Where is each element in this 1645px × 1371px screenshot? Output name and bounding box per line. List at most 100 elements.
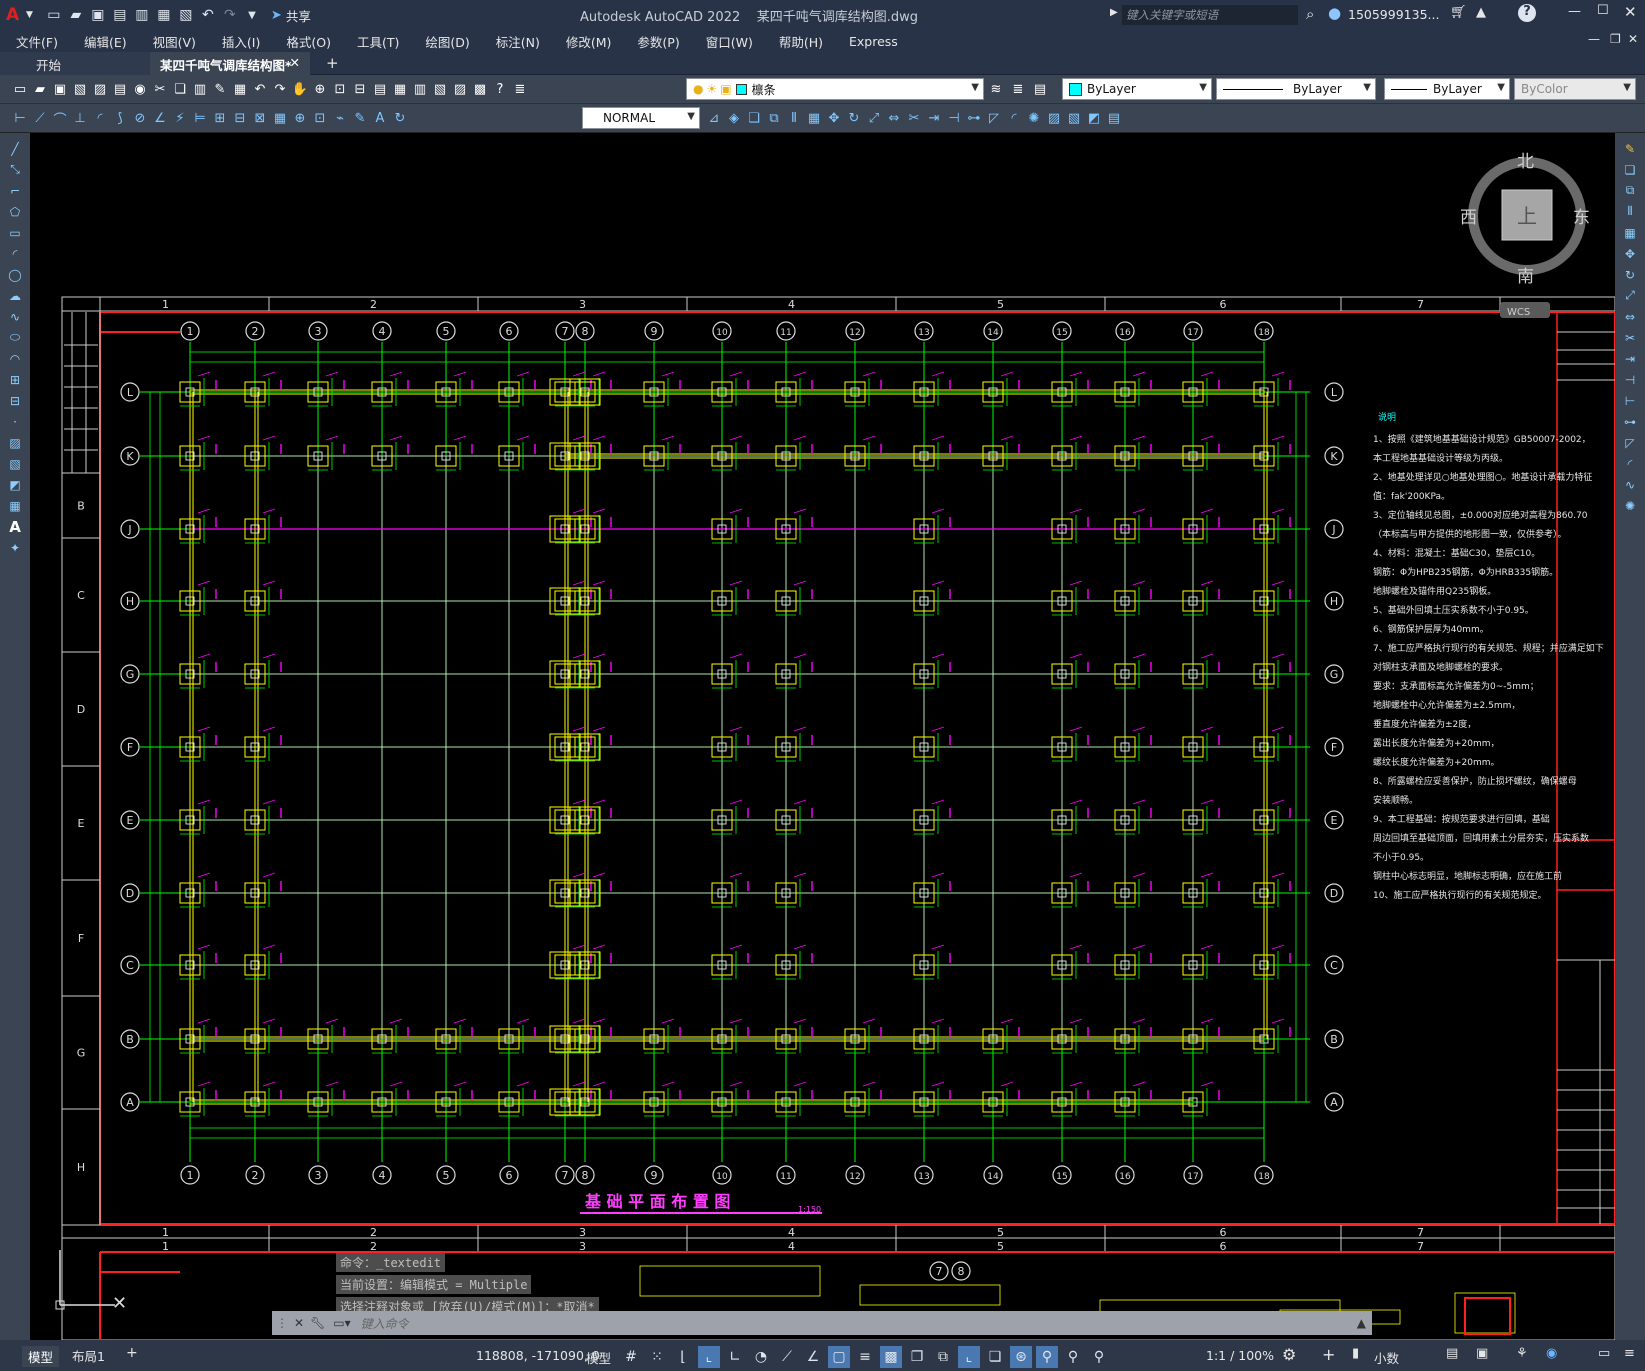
- tab-drawing[interactable]: 某四千吨气调库结构图* ✕: [150, 52, 310, 75]
- tab-close-icon[interactable]: ✕: [290, 55, 300, 70]
- snap-icon[interactable]: ⁙: [646, 1346, 668, 1368]
- viewport-close-icon[interactable]: ✕: [112, 1293, 127, 1314]
- layer-state-icon[interactable]: ▤: [1030, 79, 1050, 99]
- menu-dimension[interactable]: 标注(N): [496, 32, 540, 51]
- coordinates[interactable]: 118808, -171090, 0: [476, 1348, 600, 1363]
- clean-screen-icon[interactable]: ▭: [1598, 1346, 1610, 1361]
- isodraft-icon[interactable]: ⟋: [776, 1346, 798, 1368]
- gizmo-icon[interactable]: ⊛: [1010, 1346, 1032, 1368]
- layer-properties-icon[interactable]: ≣: [510, 79, 530, 99]
- plot-icon[interactable]: ▧: [70, 79, 90, 99]
- polygon-icon[interactable]: ⬠: [4, 202, 26, 221]
- join-icon[interactable]: ⊶: [964, 108, 984, 128]
- app-menu-chevron-icon[interactable]: ▼: [26, 10, 33, 20]
- design-center-icon[interactable]: ▦: [390, 79, 410, 99]
- move-icon[interactable]: ✥: [824, 108, 844, 128]
- copy-object-icon[interactable]: ❏: [1619, 160, 1641, 179]
- region-icon[interactable]: ◩: [1084, 108, 1104, 128]
- hatch-icon[interactable]: ▨: [1044, 108, 1064, 128]
- redo-icon[interactable]: ↷: [270, 79, 290, 99]
- publish-icon[interactable]: ▦: [153, 4, 175, 26]
- zoom-window-icon[interactable]: ⊡: [330, 79, 350, 99]
- table-icon[interactable]: ▦: [4, 496, 26, 515]
- ellipse-icon[interactable]: ⬭: [4, 328, 26, 347]
- match-properties-icon[interactable]: ✎: [210, 79, 230, 99]
- lineweight-dropdown[interactable]: ByLayer ▼: [1384, 78, 1510, 100]
- search-expand-icon[interactable]: ▶: [1110, 7, 1118, 18]
- autodesk-app-icon[interactable]: ▲: [1476, 5, 1486, 20]
- drawing-canvas[interactable]: 111222333444555666777BCDEFGH 11223344556…: [30, 133, 1615, 1340]
- tab-layout1[interactable]: 布局1: [72, 1346, 105, 1365]
- markup-icon[interactable]: ▨: [450, 79, 470, 99]
- plot-icon[interactable]: ▧: [175, 4, 197, 26]
- menu-insert[interactable]: 插入(I): [222, 32, 260, 51]
- erase-icon[interactable]: ✎: [1619, 139, 1641, 158]
- new-icon[interactable]: ▭: [10, 79, 30, 99]
- user-icon[interactable]: ●: [1328, 4, 1341, 22]
- quick-dim-icon[interactable]: ⚡: [170, 108, 190, 128]
- share-icon[interactable]: ➤: [271, 8, 282, 23]
- workspace-gear-icon[interactable]: ⚙: [1282, 1345, 1296, 1364]
- angular-dim-icon[interactable]: ∠: [150, 108, 170, 128]
- object-snap-tracking-icon[interactable]: ∠: [802, 1346, 824, 1368]
- menu-edit[interactable]: 编辑(E): [84, 32, 127, 51]
- ordinate-dim-icon[interactable]: ⊥: [70, 108, 90, 128]
- gradient-icon[interactable]: ▧: [1064, 108, 1084, 128]
- dim-text-edit-icon[interactable]: A: [370, 108, 390, 128]
- infer-constraints-icon[interactable]: ⌊: [672, 1346, 694, 1368]
- dim-space-icon[interactable]: ⊟: [230, 108, 250, 128]
- menu-parametric[interactable]: 参数(P): [637, 32, 679, 51]
- copy-icon[interactable]: ❏: [170, 79, 190, 99]
- dynamic-input-icon[interactable]: ⌞: [698, 1346, 720, 1368]
- transparency-icon[interactable]: ▩: [880, 1346, 902, 1368]
- scale-icon[interactable]: ⤢: [1619, 286, 1641, 305]
- aligned-dim-icon[interactable]: ⟋: [30, 108, 50, 128]
- dimstyle-dropdown[interactable]: NORMAL ▼: [582, 107, 700, 129]
- export-icon[interactable]: ▥: [131, 4, 153, 26]
- continue-dim-icon[interactable]: ⊞: [210, 108, 230, 128]
- maximize-icon[interactable]: ☐: [1597, 3, 1609, 18]
- menu-window[interactable]: 窗口(W): [706, 32, 753, 51]
- open-icon[interactable]: ▰: [30, 79, 50, 99]
- layer-previous-icon[interactable]: ≣: [1008, 79, 1028, 99]
- command-close-icon[interactable]: ✕: [294, 1316, 304, 1330]
- units-icon[interactable]: ▮: [1352, 1346, 1359, 1361]
- viewcube[interactable]: 上 北 南 西 东 WCS: [1460, 152, 1590, 318]
- lineweight-icon[interactable]: ≡: [854, 1346, 876, 1368]
- undo-icon[interactable]: ↶: [197, 4, 219, 26]
- help-icon[interactable]: ?: [490, 79, 510, 99]
- tool-palettes-icon[interactable]: ▥: [410, 79, 430, 99]
- menu-format[interactable]: 格式(O): [286, 32, 331, 51]
- dimension-style-icon[interactable]: ⊿: [704, 108, 724, 128]
- tab-start[interactable]: 开始: [0, 52, 150, 75]
- zoom-realtime-icon[interactable]: ⊕: [310, 79, 330, 99]
- viewcube-north[interactable]: 北: [1517, 152, 1534, 172]
- command-customize-icon[interactable]: 🔧︎: [310, 1316, 325, 1330]
- add-selected-icon[interactable]: ✦: [4, 538, 26, 557]
- polar-icon[interactable]: ◔: [750, 1346, 772, 1368]
- rectangle-icon[interactable]: ▭: [4, 223, 26, 242]
- tolerance-icon[interactable]: ▦: [270, 108, 290, 128]
- menu-modify[interactable]: 修改(M): [566, 32, 612, 51]
- sheet-set-icon[interactable]: ▧: [430, 79, 450, 99]
- cart-icon[interactable]: 🛒︎: [1450, 5, 1467, 20]
- auto-scale-icon[interactable]: ⚲: [1062, 1346, 1084, 1368]
- viewcube-east[interactable]: 东: [1573, 208, 1590, 228]
- inspection-icon[interactable]: ⊡: [310, 108, 330, 128]
- zoom-previous-icon[interactable]: ⊟: [350, 79, 370, 99]
- center-mark-icon[interactable]: ⊕: [290, 108, 310, 128]
- fillet-icon[interactable]: ◜: [1619, 454, 1641, 473]
- app-logo-icon[interactable]: A: [6, 5, 22, 25]
- diameter-dim-icon[interactable]: ⊘: [130, 108, 150, 128]
- construction-line-icon[interactable]: ⤡: [4, 160, 26, 179]
- jogged-linear-icon[interactable]: ⌁: [330, 108, 350, 128]
- insert-block-icon[interactable]: ⊞: [4, 370, 26, 389]
- extend-icon[interactable]: ⇥: [1619, 349, 1641, 368]
- customization-icon[interactable]: ≡: [1624, 1346, 1635, 1361]
- linear-dim-icon[interactable]: ⊢: [10, 108, 30, 128]
- make-block-icon[interactable]: ⊟: [4, 391, 26, 410]
- chamfer-icon[interactable]: ◸: [1619, 433, 1641, 452]
- user-name[interactable]: 1505999135...: [1348, 7, 1439, 22]
- copy-object-icon[interactable]: ❏: [744, 108, 764, 128]
- block-editor-icon[interactable]: ▦: [230, 79, 250, 99]
